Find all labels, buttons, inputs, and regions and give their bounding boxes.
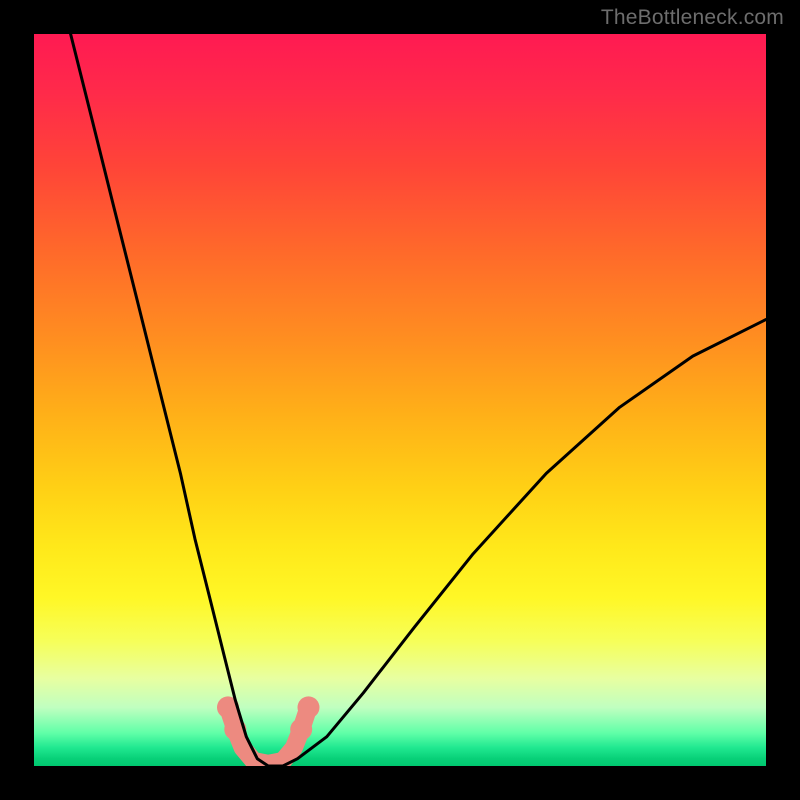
curve-layer <box>34 34 766 766</box>
plot-area <box>34 34 766 766</box>
chart-frame: TheBottleneck.com <box>0 0 800 800</box>
watermark-text: TheBottleneck.com <box>601 6 784 30</box>
bottleneck-curve <box>71 34 766 766</box>
